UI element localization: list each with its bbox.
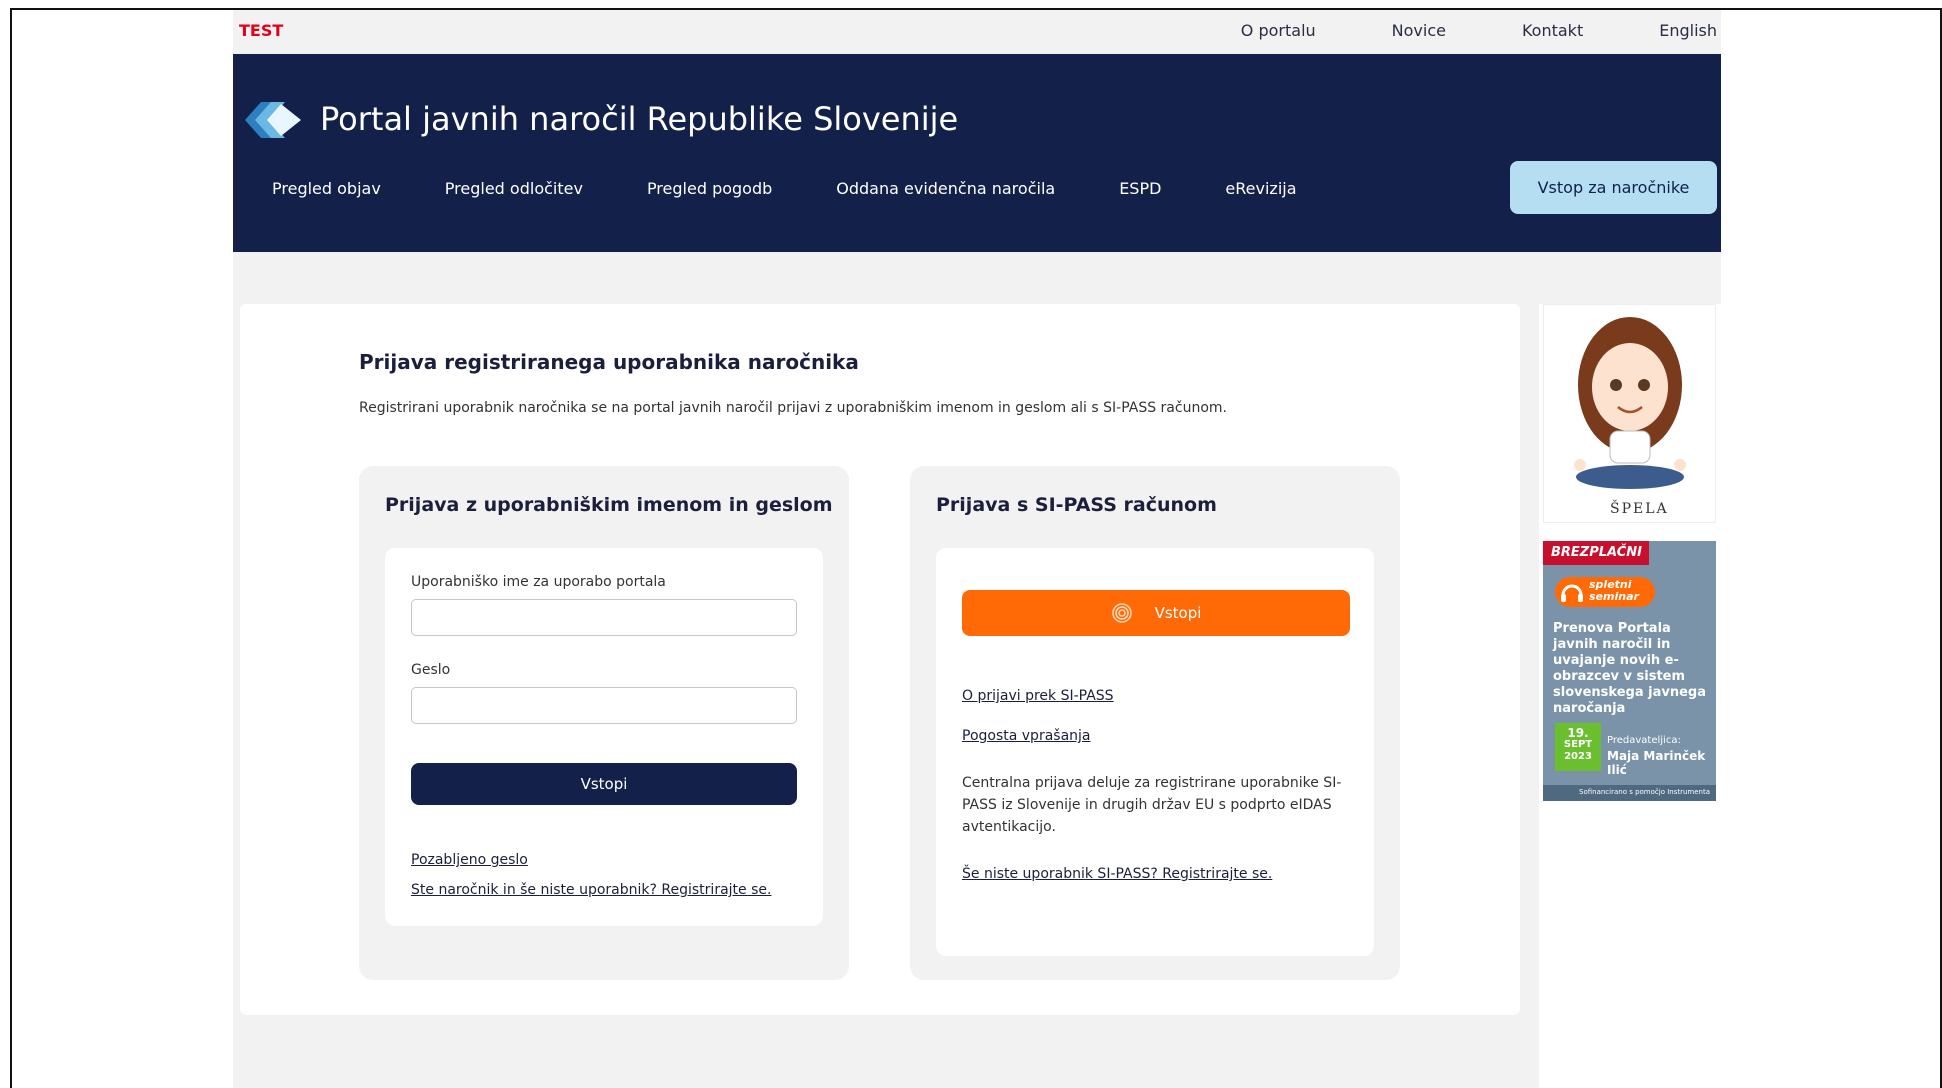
promo-badge: BREZPLAČNI [1543,541,1649,565]
top-link-news[interactable]: Novice [1392,21,1446,40]
sipass-info-text: Centralna prijava deluje za registrirane… [962,775,1342,835]
promo-speaker-name: Maja Marinček Ilić [1607,749,1706,777]
page-title: Prijava registriranega uporabnika naročn… [359,350,859,374]
password-label: Geslo [411,662,451,678]
sipass-login-title: Prijava s SI-PASS računom [936,494,1217,516]
webinar-promo-banner[interactable]: BREZPLAČNI spletni seminar Prenova Porta… [1543,541,1716,801]
password-login-panel: Prijava z uporabniškim imenom in geslom … [359,466,849,980]
mascot-name: ŠPELA [1610,501,1669,517]
nav-item-pregled-pogodb[interactable]: Pregled pogodb [647,179,772,198]
promo-speaker-label: Predavateljica: [1607,735,1681,746]
promo-footer: Sofinancirano s pomočjo Instrumenta [1543,785,1716,801]
main-nav: Pregled objav Pregled odločitev Pregled … [272,179,1361,198]
about-sipass-link[interactable]: O prijavi prek SI-PASS [962,688,1114,704]
register-link[interactable]: Ste naročnik in še niste uporabnik? Regi… [411,882,771,898]
promo-date-year: 2023 [1564,751,1592,762]
headphones-icon [1561,584,1583,602]
password-login-button[interactable]: Vstopi [411,763,797,805]
mascot-spela[interactable]: ŠPELA [1543,304,1716,523]
nav-item-oddana-narocila[interactable]: Oddana evidenčna naročila [836,179,1055,198]
password-login-title: Prijava z uporabniškim imenom in geslom [385,494,833,516]
page-description: Registrirani uporabnik naročnika se na p… [359,400,1227,416]
fingerprint-icon [1111,603,1132,623]
top-link-english[interactable]: English [1659,21,1717,40]
sipass-login-button-label: Vstopi [1154,604,1202,622]
nav-item-pregled-objav[interactable]: Pregled objav [272,179,381,198]
sipass-login-panel: Prijava s SI-PASS računom Vstopi O prija… [910,466,1400,980]
password-input[interactable] [411,687,797,724]
site-title: Portal javnih naročil Republike Slovenij… [320,100,959,138]
login-card: Prijava registriranega uporabnika naročn… [240,304,1520,1015]
top-bar: TEST O portalu Novice Kontakt English [233,10,1721,54]
mascot-illustration [1574,317,1686,489]
contracting-authority-entry-button[interactable]: Vstop za naročnike [1510,161,1717,214]
username-label: Uporabniško ime za uporabo portala [411,574,666,590]
username-input[interactable] [411,599,797,636]
sipass-login-box: Vstopi O prijavi prek SI-PASS Pogosta vp… [936,548,1374,956]
nav-item-erevizija[interactable]: eRevizija [1225,179,1296,198]
promo-title: Prenova Portala javnih naročil in uvajan… [1553,621,1706,716]
nav-item-pregled-odlocitev[interactable]: Pregled odločitev [445,179,583,198]
password-login-form: Uporabniško ime za uporabo portala Geslo… [385,548,823,926]
promo-date-month: SEPT [1563,739,1593,750]
portal-logo-icon[interactable] [241,96,305,144]
promo-pill-label: spletni seminar [1589,578,1639,603]
forgot-password-link[interactable]: Pozabljeno geslo [411,852,528,868]
sipass-register-link[interactable]: Še niste uporabnik SI-PASS? Registrirajt… [962,866,1272,882]
faq-link[interactable]: Pogosta vprašanja [962,728,1091,744]
site-header: Portal javnih naročil Republike Slovenij… [233,54,1721,252]
sipass-login-button[interactable]: Vstopi [962,590,1350,636]
page: TEST O portalu Novice Kontakt English Po… [233,10,1721,1088]
top-link-contact[interactable]: Kontakt [1522,21,1583,40]
env-label: TEST [239,21,284,40]
nav-item-espd[interactable]: ESPD [1119,179,1161,198]
promo-date-day: 19. [1567,726,1589,740]
top-link-about[interactable]: O portalu [1241,21,1316,40]
top-links: O portalu Novice Kontakt English [1165,21,1717,40]
promo-date: 19. SEPT 2023 [1555,723,1601,771]
